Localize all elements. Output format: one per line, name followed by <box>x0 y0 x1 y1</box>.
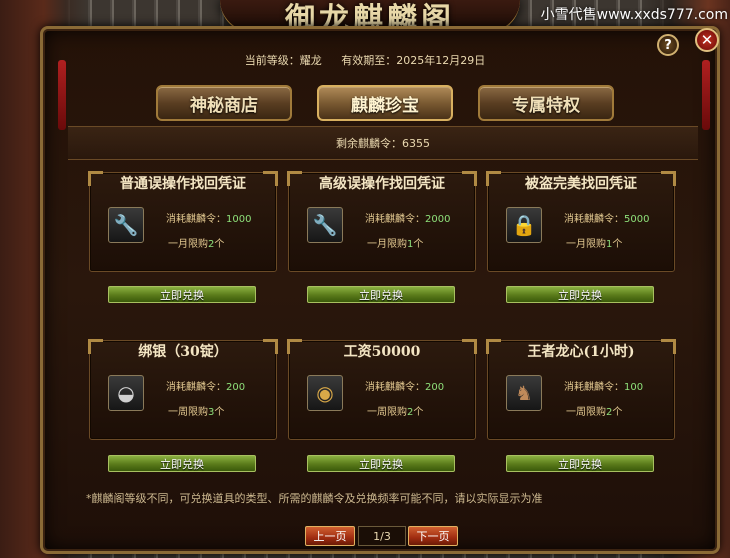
item-limit: 一周限购2个 <box>367 407 424 418</box>
item-card: 被盗完美找回凭证 🔒 消耗麒麟令：5000 一月限购1个 <box>486 171 676 272</box>
exchange-button[interactable]: 立即兑换 <box>506 286 654 303</box>
item-card: 高级误操作找回凭证 🔧 消耗麒麟令：2000 一月限购1个 <box>287 171 477 272</box>
tab-qilin-treasure[interactable]: 麒麟珍宝 <box>317 85 453 121</box>
item-title: 高级误操作找回凭证 <box>287 171 477 195</box>
item-title: 普通误操作找回凭证 <box>88 171 278 195</box>
exchange-button[interactable]: 立即兑换 <box>108 286 256 303</box>
tab-exclusive-privileges[interactable]: 专属特权 <box>478 85 614 121</box>
item-cost: 消耗麒麟令：5000 <box>564 214 650 225</box>
current-level: 当前等级：耀龙 <box>244 54 322 67</box>
item-card: 王者龙心(1小时) ♞ 消耗麒麟令：100 一周限购2个 <box>486 339 676 440</box>
left-tassel-decoration <box>58 60 66 130</box>
item-cost: 消耗麒麟令：100 <box>564 382 644 393</box>
remaining-tokens: 剩余麒麟令：6355 <box>68 126 698 160</box>
gold-coins-icon[interactable]: ◉ <box>307 375 343 411</box>
item-cost: 消耗麒麟令：200 <box>166 382 246 393</box>
membership-info: 当前等级：耀龙 有效期至：2025年12月29日 <box>0 52 730 68</box>
item-cost: 消耗麒麟令：2000 <box>365 214 451 225</box>
right-tassel-decoration <box>702 60 710 130</box>
item-limit: 一月限购1个 <box>367 239 424 250</box>
item-limit: 一月限购1个 <box>566 239 623 250</box>
tab-mystery-shop[interactable]: 神秘商店 <box>156 85 292 121</box>
site-watermark: 小雪代售www.xxds777.com <box>540 7 728 23</box>
exchange-note: *麒麟阁等级不同，可兑换道具的类型、所需的麒麟令及兑换频率可能不同，请以实际显示… <box>86 492 543 505</box>
close-button[interactable]: ✕ <box>695 28 719 52</box>
dragon-heart-icon[interactable]: ♞ <box>506 375 542 411</box>
page-indicator: 1/3 <box>358 526 406 546</box>
exchange-button[interactable]: 立即兑换 <box>307 455 455 472</box>
item-title: 绑银（30锭） <box>88 339 278 363</box>
item-cost: 消耗麒麟令：1000 <box>166 214 252 225</box>
wrench-icon[interactable]: 🔧 <box>307 207 343 243</box>
lock-icon[interactable]: 🔒 <box>506 207 542 243</box>
item-limit: 一月限购2个 <box>168 239 225 250</box>
expiry-date: 有效期至：2025年12月29日 <box>341 54 486 67</box>
exchange-button[interactable]: 立即兑换 <box>307 286 455 303</box>
help-button[interactable]: ? <box>657 34 679 56</box>
item-title: 王者龙心(1小时) <box>486 339 676 363</box>
wrench-icon[interactable]: 🔧 <box>108 207 144 243</box>
silver-ingot-icon[interactable]: ◒ <box>108 375 144 411</box>
exchange-button[interactable]: 立即兑换 <box>506 455 654 472</box>
exchange-button[interactable]: 立即兑换 <box>108 455 256 472</box>
item-limit: 一周限购3个 <box>168 407 225 418</box>
item-card: 绑银（30锭） ◒ 消耗麒麟令：200 一周限购3个 <box>88 339 278 440</box>
prev-page-button[interactable]: 上一页 <box>305 526 355 546</box>
next-page-button[interactable]: 下一页 <box>408 526 458 546</box>
item-card: 工资50000 ◉ 消耗麒麟令：200 一周限购2个 <box>287 339 477 440</box>
item-title: 工资50000 <box>287 339 477 363</box>
item-cost: 消耗麒麟令：200 <box>365 382 445 393</box>
item-card: 普通误操作找回凭证 🔧 消耗麒麟令：1000 一月限购2个 <box>88 171 278 272</box>
item-limit: 一周限购2个 <box>566 407 623 418</box>
item-title: 被盗完美找回凭证 <box>486 171 676 195</box>
